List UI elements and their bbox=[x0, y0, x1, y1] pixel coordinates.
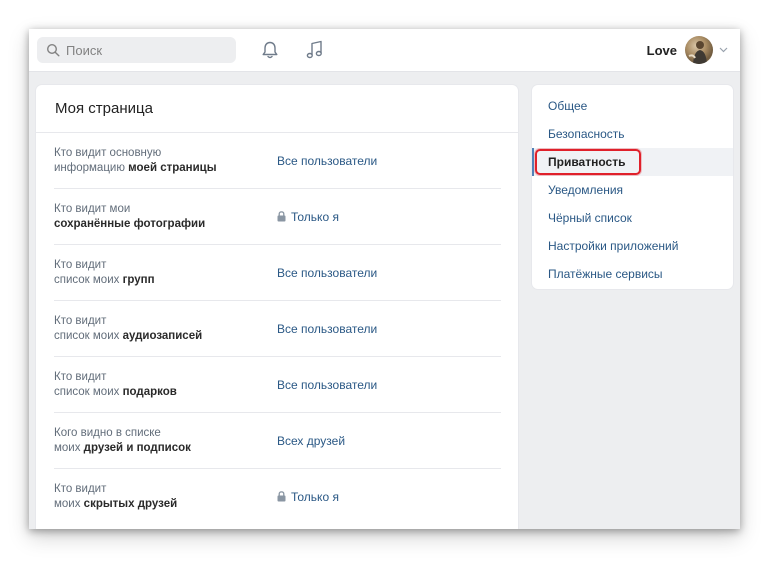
sidebar-item[interactable]: Платёжные сервисы bbox=[532, 260, 733, 288]
setting-label-bold: друзей и подписок bbox=[83, 441, 191, 454]
setting-label-line1: Кто видит bbox=[54, 482, 107, 495]
privacy-value-text: Только я bbox=[291, 209, 339, 224]
setting-label-bold: подарков bbox=[122, 385, 177, 398]
privacy-value-text: Всех друзей bbox=[277, 433, 346, 448]
setting-label-bold: скрытых друзей bbox=[83, 497, 178, 510]
privacy-value-dropdown[interactable]: Все пользователи bbox=[277, 322, 377, 336]
app-window: Поиск Love Моя страница Кто видит основн… bbox=[29, 29, 740, 529]
setting-label: Кто видит моих скрытых друзей bbox=[54, 482, 277, 512]
setting-row: Кто видит основную информацию моей страни… bbox=[54, 133, 501, 189]
setting-row: Кого видно в списке моих друзей и подписо… bbox=[54, 413, 501, 469]
sidebar-item[interactable]: Уведомления bbox=[532, 176, 733, 204]
lock-icon bbox=[277, 491, 286, 502]
privacy-value-dropdown[interactable]: Только я bbox=[277, 210, 339, 224]
sidebar-item[interactable]: Настройки приложений bbox=[532, 232, 733, 260]
sidebar-item[interactable]: Приватность bbox=[532, 148, 733, 176]
setting-row: Кто видит мои сохранённые фотографии Тольк… bbox=[54, 189, 501, 245]
privacy-value-text: Все пользователи bbox=[277, 265, 378, 280]
setting-label-bold: групп bbox=[122, 273, 155, 286]
setting-label: Кто видит список моих аудиозаписей bbox=[54, 314, 277, 344]
setting-label-line1: Кого видно в списке bbox=[54, 426, 161, 439]
privacy-value-dropdown[interactable]: Все пользователи bbox=[277, 154, 377, 168]
setting-label-line1: Кто видит bbox=[54, 258, 107, 271]
chevron-down-icon bbox=[719, 47, 728, 53]
privacy-value-text: Все пользователи bbox=[277, 321, 378, 336]
privacy-value-dropdown[interactable]: Все пользователи bbox=[277, 266, 377, 280]
setting-label-line1: Кто видит bbox=[54, 370, 107, 383]
setting-label-line2: список моих bbox=[54, 329, 123, 342]
setting-label-line2: список моих bbox=[54, 385, 123, 398]
privacy-value-dropdown[interactable]: Только я bbox=[277, 490, 339, 504]
user-menu[interactable]: Love bbox=[647, 36, 728, 64]
search-placeholder: Поиск bbox=[66, 42, 103, 58]
setting-label-bold: аудиозаписей bbox=[122, 329, 203, 342]
search-input[interactable]: Поиск bbox=[37, 37, 236, 63]
settings-list: Кто видит основную информацию моей страни… bbox=[36, 133, 518, 524]
music-note-icon[interactable] bbox=[305, 39, 325, 61]
setting-row: Кто видит моих скрытых друзей Только я bbox=[54, 469, 501, 524]
privacy-value-text: Все пользователи bbox=[277, 377, 378, 392]
sidebar-item[interactable]: Чёрный список bbox=[532, 204, 733, 232]
setting-label-line2: моих bbox=[54, 441, 84, 454]
avatar bbox=[685, 36, 713, 64]
sidebar-menu: Общее Безопасность Приватность Уведомления Ч… bbox=[532, 85, 733, 288]
setting-label-line2: список моих bbox=[54, 273, 123, 286]
sidebar-item[interactable]: Безопасность bbox=[532, 120, 733, 148]
setting-label: Кого видно в списке моих друзей и подписо… bbox=[54, 426, 277, 456]
setting-label-bold: сохранённые фотографии bbox=[54, 217, 206, 230]
setting-label-line1: Кто видит основную bbox=[54, 146, 162, 159]
bell-icon[interactable] bbox=[260, 40, 280, 60]
search-icon bbox=[46, 43, 60, 57]
setting-label-line1: Кто видит bbox=[54, 314, 107, 327]
setting-label: Кто видит список моих подарков bbox=[54, 370, 277, 400]
setting-label: Кто видит мои сохранённые фотографии bbox=[54, 202, 277, 232]
setting-row: Кто видит список моих аудиозаписей Все пол… bbox=[54, 301, 501, 357]
top-bar: Поиск Love bbox=[29, 29, 740, 72]
setting-label-bold: моей страницы bbox=[128, 161, 217, 174]
privacy-value-text: Все пользователи bbox=[277, 153, 378, 168]
privacy-value-dropdown[interactable]: Всех друзей bbox=[277, 434, 345, 448]
setting-label-line2: информацию bbox=[54, 161, 129, 174]
lock-icon bbox=[277, 211, 286, 222]
privacy-value-text: Только я bbox=[291, 489, 339, 504]
privacy-settings-panel: Моя страница Кто видит основную информаци… bbox=[36, 85, 518, 529]
sidebar-item[interactable]: Общее bbox=[532, 92, 733, 120]
settings-sidebar: Общее Безопасность Приватность Уведомления Ч… bbox=[532, 85, 733, 289]
setting-label: Кто видит основную информацию моей страни… bbox=[54, 146, 277, 176]
setting-label: Кто видит список моих групп bbox=[54, 258, 277, 288]
user-name: Love bbox=[646, 42, 677, 58]
setting-row: Кто видит список моих групп Все пользовате… bbox=[54, 245, 501, 301]
setting-row: Кто видит список моих подарков Все пользов… bbox=[54, 357, 501, 413]
setting-label-line1: Кто видит мои bbox=[54, 202, 131, 215]
privacy-value-dropdown[interactable]: Все пользователи bbox=[277, 378, 377, 392]
page-title: Моя страница bbox=[36, 85, 518, 133]
setting-label-line2: моих bbox=[54, 497, 84, 510]
